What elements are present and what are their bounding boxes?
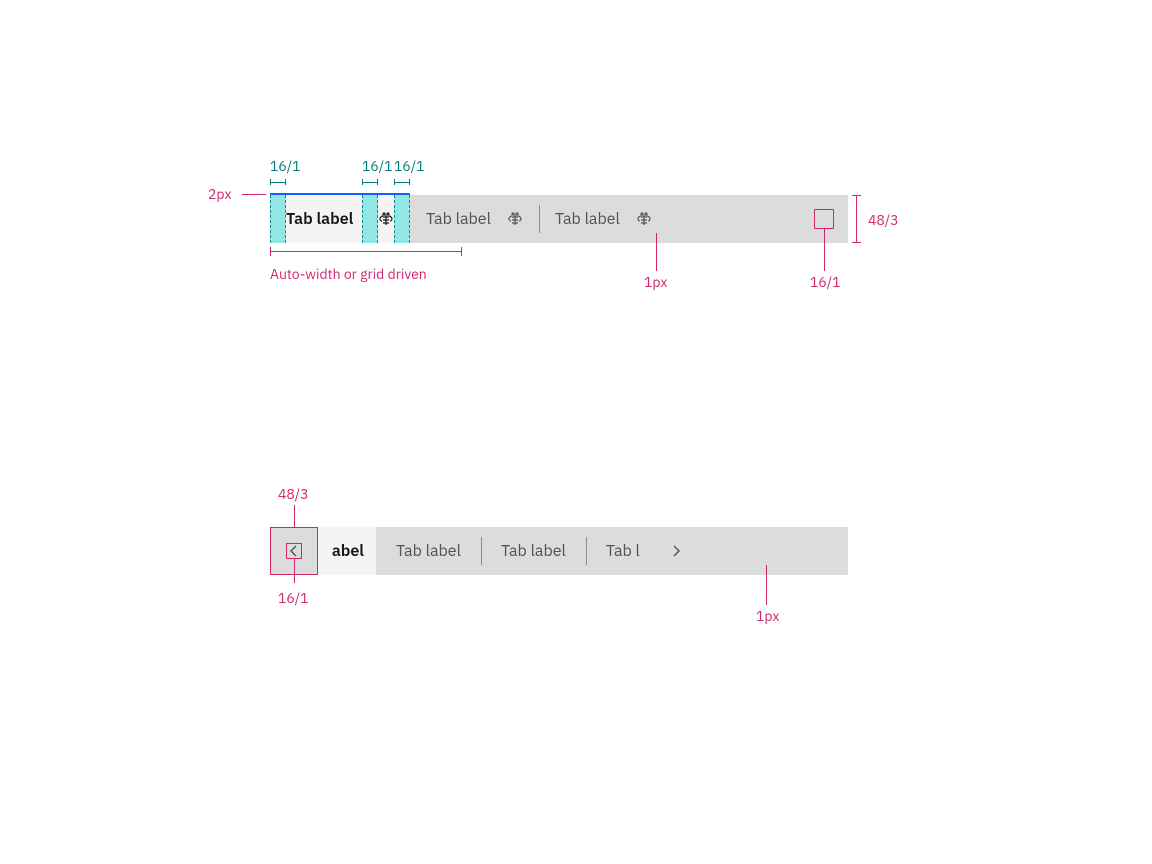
chevron-right-icon (668, 543, 684, 559)
nav-button-size-annotation: 48/3 (278, 485, 309, 503)
tab-clipped[interactable]: Tab l (586, 527, 652, 575)
tab-label: Tab label (396, 541, 461, 561)
padding-highlight (394, 195, 410, 243)
padding-highlight (362, 195, 378, 243)
padding-right-marker: 16/1 (394, 157, 410, 185)
tab-label: Tab label (555, 209, 620, 229)
bee-icon (507, 211, 523, 227)
tab-list-scrollable: abel Tab label Tab label Tab l (270, 527, 848, 575)
tab-label: Tab l (606, 541, 640, 561)
tab[interactable]: Tab label (376, 527, 481, 575)
tab[interactable]: Tab label (539, 195, 668, 243)
tab-label: abel (332, 541, 364, 561)
top-indicator-annotation: 2px (208, 185, 231, 203)
bee-icon (636, 211, 652, 227)
padding-left-marker: 16/1 (270, 157, 286, 185)
tab[interactable]: Tab label (481, 527, 586, 575)
tab[interactable]: Tab label (410, 195, 539, 243)
nav-icon-box (286, 543, 302, 559)
scroll-next-button[interactable] (652, 527, 700, 575)
gap-marker: 16/1 (362, 157, 378, 185)
tab-label: Tab label (426, 209, 491, 229)
icon-size-box (814, 209, 834, 229)
tab-active-clipped[interactable]: abel (318, 527, 376, 575)
tabs-spec-scrollable: 48/3 abel Tab label Tab label Tab l 16/1… (270, 527, 848, 575)
tab-active[interactable]: Tab label (270, 195, 410, 243)
tab-list: Tab label Tab label Tab label (270, 195, 848, 243)
tab-label: Tab label (501, 541, 566, 561)
tabs-spec-dismissible: 16/1 16/1 16/1 2px Tab label Tab label (270, 195, 848, 243)
bee-icon (378, 211, 394, 227)
tab-label: Tab label (286, 195, 353, 243)
padding-highlight (270, 195, 286, 243)
